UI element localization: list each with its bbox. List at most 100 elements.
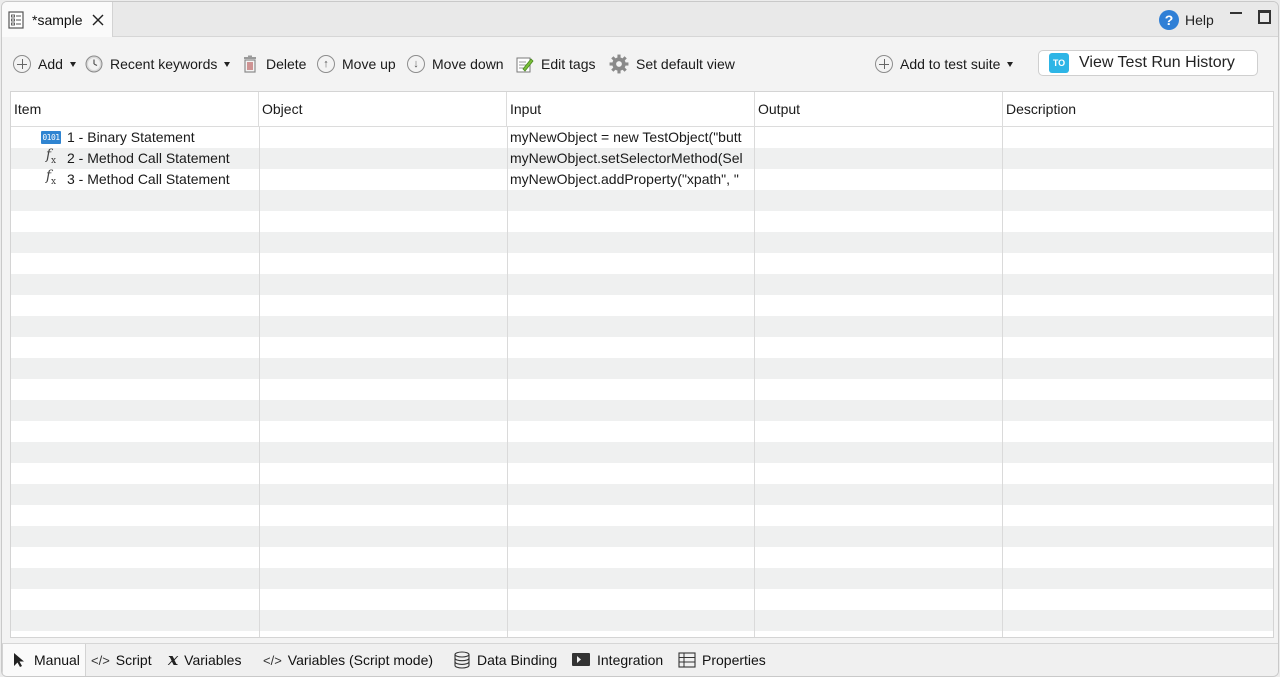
table-row[interactable]: fx 3 - Method Call Statement myNewObject… [11,169,1273,190]
edit-tags-label: Edit tags [541,56,596,72]
cursor-icon [14,653,24,667]
table-row[interactable]: fx 2 - Method Call Statement myNewObject… [11,148,1273,169]
tab-script-label: Script [115,652,152,668]
description-cell[interactable] [1006,169,1273,190]
tab-properties-label: Properties [702,652,766,668]
tab-manual[interactable]: Manual [2,644,86,676]
chevron-down-icon [1007,61,1014,67]
empty-row-stripe [11,274,1273,295]
recent-keywords-label: Recent keywords [110,56,218,72]
database-icon [454,651,470,669]
move-up-button[interactable]: ↑ Move up [317,54,396,74]
test-steps-table: Item Object Input Output Description 010… [10,91,1274,638]
column-header-input[interactable]: Input [507,92,755,126]
item-label: 3 - Method Call Statement [67,171,230,187]
close-icon[interactable] [92,14,104,26]
editor-tab-sample[interactable]: *sample [2,2,113,37]
test-case-icon [8,10,24,29]
add-icon [13,55,31,73]
minimize-icon[interactable] [1230,12,1242,14]
tab-variables-label: Variables [184,652,242,668]
tab-data-binding[interactable]: Data Binding [453,644,557,676]
table-body: 0101 1 - Binary Statement myNewObject = … [11,127,1273,637]
column-divider [754,127,755,637]
item-label: 1 - Binary Statement [67,129,195,145]
object-cell[interactable] [262,148,507,169]
table-row[interactable]: 0101 1 - Binary Statement myNewObject = … [11,127,1273,148]
move-down-button[interactable]: ↓ Move down [407,54,504,74]
output-cell[interactable] [758,127,1003,148]
empty-row-stripe [11,568,1273,589]
editor-tab-title: *sample [32,11,83,28]
function-icon: fx [45,148,57,166]
arrow-down-icon: ↓ [407,55,425,73]
column-divider [1002,127,1003,637]
move-down-label: Move down [432,56,504,72]
output-cell[interactable] [758,169,1003,190]
delete-label: Delete [266,56,307,72]
tab-integration-label: Integration [597,652,664,668]
column-header-output[interactable]: Output [755,92,1003,126]
maximize-icon[interactable] [1258,10,1271,24]
editor-tab-bar: *sample ? Help [2,2,1278,37]
item-cell: 0101 1 - Binary Statement [41,127,259,148]
column-header-object[interactable]: Object [259,92,507,126]
recent-keywords-button[interactable]: Recent keywords [85,54,231,74]
function-icon: fx [45,169,57,187]
move-up-label: Move up [342,56,396,72]
tab-variables[interactable]: x Variables [168,644,241,676]
help-label: Help [1185,12,1214,28]
empty-row-stripe [11,232,1273,253]
variable-icon: x [168,650,179,670]
code-icon: </> [263,652,282,668]
tab-properties[interactable]: Properties [678,644,766,676]
object-cell[interactable] [262,127,507,148]
view-test-run-history-label: View Test Run History [1079,54,1235,71]
help-icon: ? [1159,10,1179,30]
empty-row-stripe [11,442,1273,463]
input-cell[interactable]: myNewObject = new TestObject("butt [510,127,755,148]
add-to-test-suite-button[interactable]: Add to test suite [875,54,1014,74]
column-divider [507,127,508,637]
testops-logo-icon: TO [1049,53,1069,73]
tab-script[interactable]: </> Script [91,644,152,676]
column-divider [259,127,260,637]
tab-variables-script-mode[interactable]: </> Variables (Script mode) [263,644,433,676]
item-cell: fx 2 - Method Call Statement [41,148,259,169]
column-header-description[interactable]: Description [1003,92,1273,126]
empty-row-stripe [11,316,1273,337]
chevron-down-icon [224,61,231,67]
clock-icon [85,55,103,73]
view-test-run-history-button[interactable]: TO View Test Run History [1038,50,1258,76]
description-cell[interactable] [1006,127,1273,148]
bottom-tab-bar: Manual </> Script x Variables </> Variab… [2,643,1278,676]
item-label: 2 - Method Call Statement [67,150,230,166]
tab-data-binding-label: Data Binding [477,652,558,668]
empty-row-stripe [11,190,1273,211]
empty-row-stripe [11,526,1273,547]
tab-variables-script-mode-label: Variables (Script mode) [287,652,434,668]
edit-tags-icon [516,57,534,73]
arrow-up-icon: ↑ [317,55,335,73]
set-default-view-label: Set default view [636,56,735,72]
set-default-view-button[interactable]: Set default view [609,54,735,74]
add-button[interactable]: Add [13,54,76,74]
tab-integration[interactable]: Integration [571,644,663,676]
empty-row-stripe [11,358,1273,379]
help-button[interactable]: ? Help [1159,10,1214,30]
table-header: Item Object Input Output Description [11,92,1273,127]
object-cell[interactable] [262,169,507,190]
delete-button[interactable]: Delete [241,54,306,74]
input-cell[interactable]: myNewObject.setSelectorMethod(Sel [510,148,755,169]
description-cell[interactable] [1006,148,1273,169]
gear-icon [609,54,629,74]
column-header-item[interactable]: Item [11,92,259,126]
empty-row-stripe [11,484,1273,505]
code-icon: </> [91,652,110,668]
output-cell[interactable] [758,148,1003,169]
add-icon [875,55,893,73]
empty-row-stripe [11,400,1273,421]
edit-tags-button[interactable]: Edit tags [516,54,595,74]
toolbar: Add Recent keywords Delete ↑ Move up ↓ M… [2,37,1278,91]
input-cell[interactable]: myNewObject.addProperty("xpath", " [510,169,755,190]
